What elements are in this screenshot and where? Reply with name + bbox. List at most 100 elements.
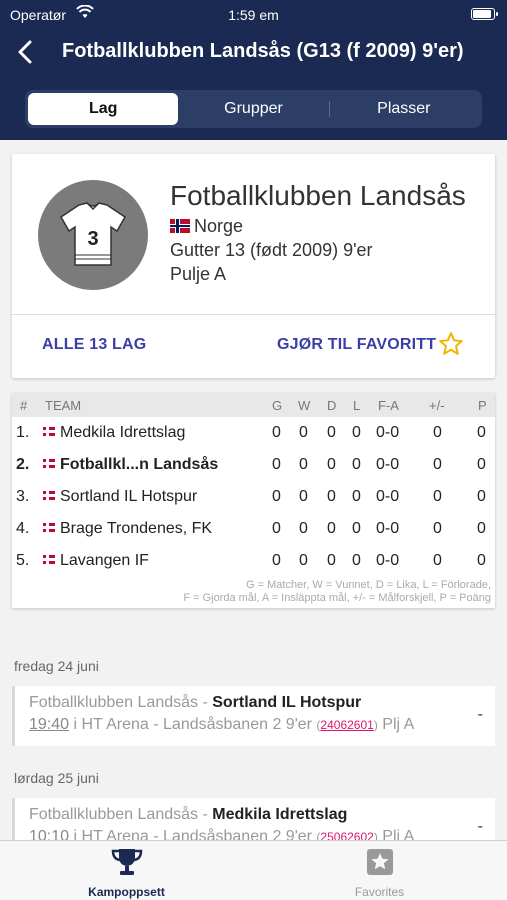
tab-label: Kampoppsett — [88, 885, 165, 899]
match-teams: Fotballklubben Landsås - Medkila Idretts… — [29, 806, 348, 823]
col-rank: # — [20, 398, 28, 413]
row-l: 0 — [352, 488, 361, 505]
table-header: # TEAM G W D L F-A +/- P — [12, 393, 495, 417]
team-name: Fotballklubben Landsås — [170, 180, 466, 211]
col-l: L — [353, 398, 361, 413]
row-rank: 5. — [16, 552, 30, 569]
row-team: Medkila Idrettslag — [43, 424, 185, 442]
norway-flag-icon — [43, 491, 55, 500]
trophy-icon — [0, 847, 253, 877]
norway-flag-icon — [43, 459, 55, 468]
col-p: P — [478, 398, 487, 413]
table-row[interactable]: 3. Sortland IL Hotspur 0 0 0 0 0-0 0 0 — [12, 481, 495, 513]
row-l: 0 — [352, 456, 361, 473]
app-header: Operatør 1:59 em Fotballklubben Landsås … — [0, 0, 507, 140]
tab-kampoppsett[interactable]: Kampoppsett — [0, 841, 253, 900]
row-rank: 4. — [16, 520, 30, 537]
row-g: 0 — [272, 552, 281, 569]
nav-bar: Fotballklubben Landsås (G13 (f 2009) 9'e… — [0, 30, 507, 76]
segment-grupper[interactable]: Grupper — [178, 93, 328, 125]
back-button[interactable] — [10, 34, 40, 70]
standings-table: # TEAM G W D L F-A +/- P 1. Medkila Idre… — [12, 393, 495, 608]
col-w: W — [298, 398, 311, 413]
star-outline-icon[interactable] — [438, 331, 464, 362]
match-id-link[interactable]: 24062601 — [320, 718, 373, 732]
tab-label: Favorites — [354, 885, 405, 899]
row-p: 0 — [477, 488, 486, 505]
row-p: 0 — [477, 456, 486, 473]
tab-bar: Kampoppsett Favorites — [0, 840, 507, 900]
table-row[interactable]: 1. Medkila Idrettslag 0 0 0 0 0-0 0 0 — [12, 417, 495, 449]
row-l: 0 — [352, 424, 361, 441]
team-pool: Pulje A — [170, 264, 227, 284]
row-w: 0 — [299, 424, 308, 441]
legend-line-2: F = Gjorda mål, A = Insläppta mål, +/- =… — [183, 592, 491, 604]
segment-control: Lag Grupper Plasser — [25, 90, 482, 128]
segment-plasser[interactable]: Plasser — [328, 93, 479, 125]
chevron-left-icon — [18, 40, 32, 64]
row-diff: 0 — [433, 520, 442, 537]
row-diff: 0 — [433, 424, 442, 441]
favorite-button[interactable]: GJØR TIL FAVORITT — [277, 336, 436, 354]
battery-icon — [471, 8, 498, 20]
col-d: D — [327, 398, 337, 413]
row-team: Sortland IL Hotspur — [43, 488, 197, 506]
row-g: 0 — [272, 520, 281, 537]
row-g: 0 — [272, 488, 281, 505]
team-category: Gutter 13 (født 2009) 9'er — [170, 240, 373, 260]
legend-line-1: G = Matcher, W = Vunnet, D = Lika, L = F… — [246, 579, 491, 591]
all-teams-button[interactable]: ALLE 13 LAG — [42, 336, 146, 354]
match-card[interactable]: Fotballklubben Landsås - Sortland IL Hot… — [12, 686, 495, 746]
star-icon — [253, 847, 506, 877]
match-date: lørdag 25 juni — [14, 770, 99, 786]
row-rank: 1. — [16, 424, 30, 441]
row-rank: 3. — [16, 488, 30, 505]
table-row[interactable]: 4. Brage Trondenes, FK 0 0 0 0 0-0 0 0 — [12, 513, 495, 545]
row-team: Lavangen IF — [43, 552, 149, 570]
page-title: Fotballklubben Landsås (G13 (f 2009) 9'e… — [62, 40, 464, 62]
row-w: 0 — [299, 488, 308, 505]
match-date: fredag 24 juni — [14, 658, 99, 674]
jersey-number: 3 — [87, 228, 98, 250]
tab-favorites[interactable]: Favorites — [253, 841, 506, 900]
row-fa: 0-0 — [376, 552, 400, 569]
team-avatar: 3 — [38, 180, 148, 290]
row-w: 0 — [299, 520, 308, 537]
col-team: TEAM — [45, 398, 82, 413]
row-diff: 0 — [433, 552, 442, 569]
norway-flag-icon — [170, 219, 190, 233]
row-fa: 0-0 — [376, 424, 400, 441]
row-rank: 2. — [16, 456, 30, 473]
row-w: 0 — [299, 552, 308, 569]
match-details: 19:40 i HT Arena - Landsåsbanen 2 9'er (… — [29, 716, 415, 733]
row-w: 0 — [299, 456, 308, 473]
row-p: 0 — [477, 552, 486, 569]
norway-flag-icon — [43, 523, 55, 532]
row-d: 0 — [327, 424, 336, 441]
col-fa: F-A — [378, 398, 399, 413]
status-bar: Operatør 1:59 em — [0, 0, 507, 30]
norway-flag-icon — [43, 427, 55, 436]
match-score: - — [477, 706, 483, 723]
row-d: 0 — [327, 456, 336, 473]
team-card: 3 Fotballklubben Landsås Norge Gutter 13… — [12, 154, 495, 378]
table-row[interactable]: 2. Fotballkl...n Landsås 0 0 0 0 0-0 0 0 — [12, 449, 495, 481]
row-d: 0 — [327, 552, 336, 569]
match-score: - — [477, 818, 483, 835]
row-p: 0 — [477, 424, 486, 441]
table-row[interactable]: 5. Lavangen IF 0 0 0 0 0-0 0 0 — [12, 545, 495, 577]
row-diff: 0 — [433, 456, 442, 473]
row-l: 0 — [352, 520, 361, 537]
segment-lag[interactable]: Lag — [28, 93, 179, 125]
row-p: 0 — [477, 520, 486, 537]
row-fa: 0-0 — [376, 456, 400, 473]
row-l: 0 — [352, 552, 361, 569]
divider — [12, 314, 495, 315]
row-d: 0 — [327, 488, 336, 505]
clock: 1:59 em — [228, 7, 279, 23]
row-team: Brage Trondenes, FK — [43, 520, 212, 538]
jersey-icon: 3 — [60, 202, 126, 266]
row-fa: 0-0 — [376, 520, 400, 537]
col-diff: +/- — [429, 398, 445, 413]
row-g: 0 — [272, 424, 281, 441]
